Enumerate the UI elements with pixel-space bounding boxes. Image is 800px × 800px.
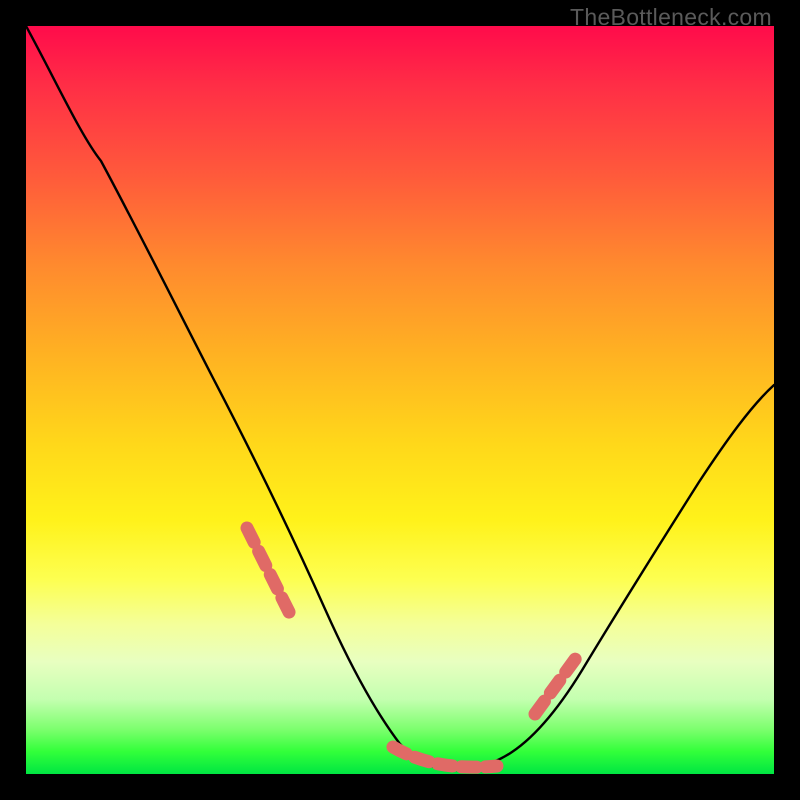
chart-frame: TheBottleneck.com bbox=[0, 0, 800, 800]
watermark-text: TheBottleneck.com bbox=[570, 4, 772, 31]
bottleneck-curve bbox=[26, 26, 774, 774]
dash-segment-right bbox=[535, 658, 576, 714]
dash-segment-left bbox=[247, 528, 291, 616]
dash-segment-mid bbox=[393, 747, 497, 767]
plot-area bbox=[26, 26, 774, 774]
curve-path bbox=[26, 26, 774, 770]
